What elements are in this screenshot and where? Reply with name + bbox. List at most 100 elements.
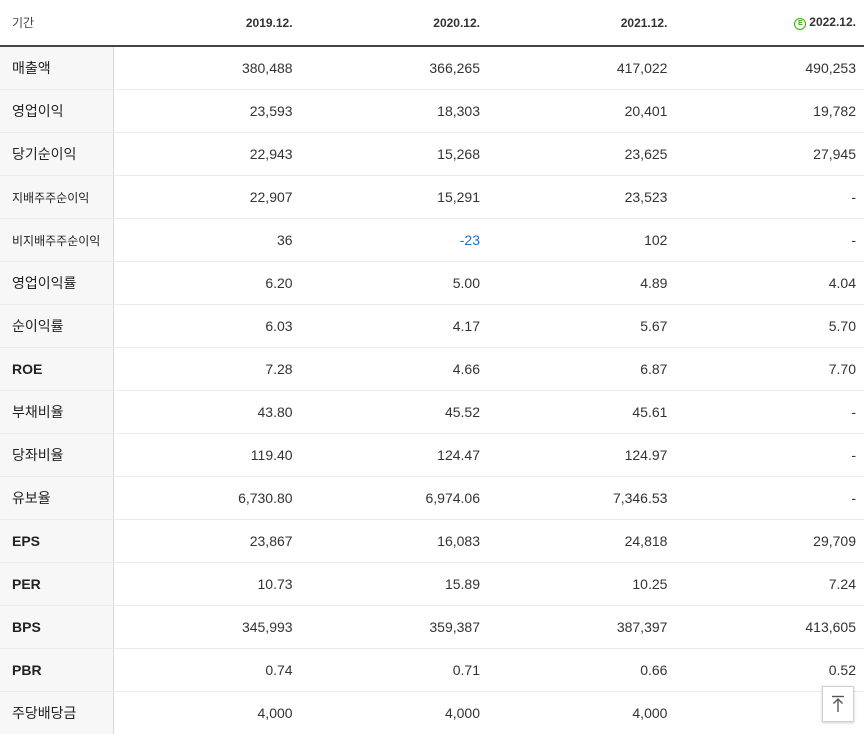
cell-value: - [675,218,864,262]
table-row: 영업이익 23,593 18,303 20,401 19,782 [0,89,864,133]
cell-value: 387,397 [488,605,676,649]
period-header-2021: 2021.12. [488,0,676,47]
row-label: 당좌비율 [0,433,114,477]
table-row: PBR 0.74 0.71 0.66 0.52 [0,648,864,692]
cell-value: - [675,476,864,520]
row-label: PER [0,562,114,606]
period-header-2019: 2019.12. [113,0,301,47]
cell-value: 4.04 [675,261,864,305]
row-label: 유보율 [0,476,114,520]
row-label: 부채비율 [0,390,114,434]
cell-value: 7.28 [113,347,301,391]
cell-value: 23,593 [113,89,301,133]
row-label: 순이익률 [0,304,114,348]
cell-value: 29,709 [675,519,864,563]
table-row: 당기순이익 22,943 15,268 23,625 27,945 [0,132,864,176]
cell-value: 4,000 [113,691,301,734]
cell-value: 5.70 [675,304,864,348]
cell-value: 4,000 [488,691,676,734]
cell-value: 345,993 [113,605,301,649]
table-row: 영업이익률 6.20 5.00 4.89 4.04 [0,261,864,305]
table-row: 매출액 380,488 366,265 417,022 490,253 [0,46,864,90]
cell-value: 20,401 [488,89,676,133]
table-row: BPS 345,993 359,387 387,397 413,605 [0,605,864,649]
cell-value: 15,268 [300,132,488,176]
row-label: 매출액 [0,46,114,90]
cell-value: 4.66 [300,347,488,391]
cell-value: 19,782 [675,89,864,133]
financial-summary-table: 기간 2019.12. 2020.12. 2021.12. E 2022.12. … [0,0,864,734]
row-label: 비지배주주순이익 [0,218,114,262]
row-label: BPS [0,605,114,649]
scroll-to-top-button[interactable] [822,686,854,722]
table-row: EPS 23,867 16,083 24,818 29,709 [0,519,864,563]
cell-value-negative: -23 [300,218,488,262]
cell-value: 15,291 [300,175,488,219]
row-label: 영업이익 [0,89,114,133]
cell-value: 119.40 [113,433,301,477]
period-header-2022: E 2022.12. [675,0,864,47]
table-row: 부채비율 43.80 45.52 45.61 - [0,390,864,434]
row-label: 당기순이익 [0,132,114,176]
row-label: EPS [0,519,114,563]
cell-value: 24,818 [488,519,676,563]
row-label: ROE [0,347,114,391]
table-header-row: 기간 2019.12. 2020.12. 2021.12. E 2022.12. [0,0,864,47]
cell-value: 7.24 [675,562,864,606]
cell-value: 15.89 [300,562,488,606]
row-label: PBR [0,648,114,692]
cell-value: 22,943 [113,132,301,176]
table-row: 순이익률 6.03 4.17 5.67 5.70 [0,304,864,348]
cell-value: - [675,175,864,219]
estimate-icon: E [794,18,807,30]
cell-value: 36 [113,218,301,262]
cell-value: 23,867 [113,519,301,563]
cell-value: 45.52 [300,390,488,434]
table-row: 당좌비율 119.40 124.47 124.97 - [0,433,864,477]
cell-value: 6,730.80 [113,476,301,520]
cell-value: 7.70 [675,347,864,391]
cell-value: 22,907 [113,175,301,219]
cell-value: 7,346.53 [488,476,676,520]
cell-value: 124.97 [488,433,676,477]
arrow-up-to-top-icon [832,695,844,712]
row-label: 주당배당금 [0,691,114,734]
cell-value: 366,265 [300,46,488,90]
table-row: 주당배당금 4,000 4,000 4,000 [0,691,864,734]
cell-value: 27,945 [675,132,864,176]
table-row: PER 10.73 15.89 10.25 7.24 [0,562,864,606]
cell-value: 6,974.06 [300,476,488,520]
cell-value: 6.20 [113,261,301,305]
cell-value: 0.74 [113,648,301,692]
cell-value: 380,488 [113,46,301,90]
cell-value: 45.61 [488,390,676,434]
cell-value: 43.80 [113,390,301,434]
cell-value: 18,303 [300,89,488,133]
period-header-label: 기간 [0,0,114,47]
cell-value: 4.17 [300,304,488,348]
cell-value: 0.71 [300,648,488,692]
table-row: 비지배주주순이익 36 -23 102 - [0,218,864,262]
table-row: 유보율 6,730.80 6,974.06 7,346.53 - [0,476,864,520]
table-row: ROE 7.28 4.66 6.87 7.70 [0,347,864,391]
table-row: 지배주주순이익 22,907 15,291 23,523 - [0,175,864,219]
row-label: 영업이익률 [0,261,114,305]
period-header-2022-label: 2022.12. [809,15,856,29]
cell-value: 10.25 [488,562,676,606]
cell-value: 6.03 [113,304,301,348]
cell-value: 102 [488,218,676,262]
cell-value: 5.00 [300,261,488,305]
cell-value: 124.47 [300,433,488,477]
cell-value: 4,000 [300,691,488,734]
cell-value: 23,523 [488,175,676,219]
period-header-2020: 2020.12. [300,0,488,47]
cell-value: 4.89 [488,261,676,305]
cell-value: 413,605 [675,605,864,649]
cell-value: 16,083 [300,519,488,563]
cell-value: 359,387 [300,605,488,649]
cell-value: 490,253 [675,46,864,90]
cell-value: 10.73 [113,562,301,606]
cell-value: 23,625 [488,132,676,176]
cell-value: 5.67 [488,304,676,348]
cell-value: 6.87 [488,347,676,391]
